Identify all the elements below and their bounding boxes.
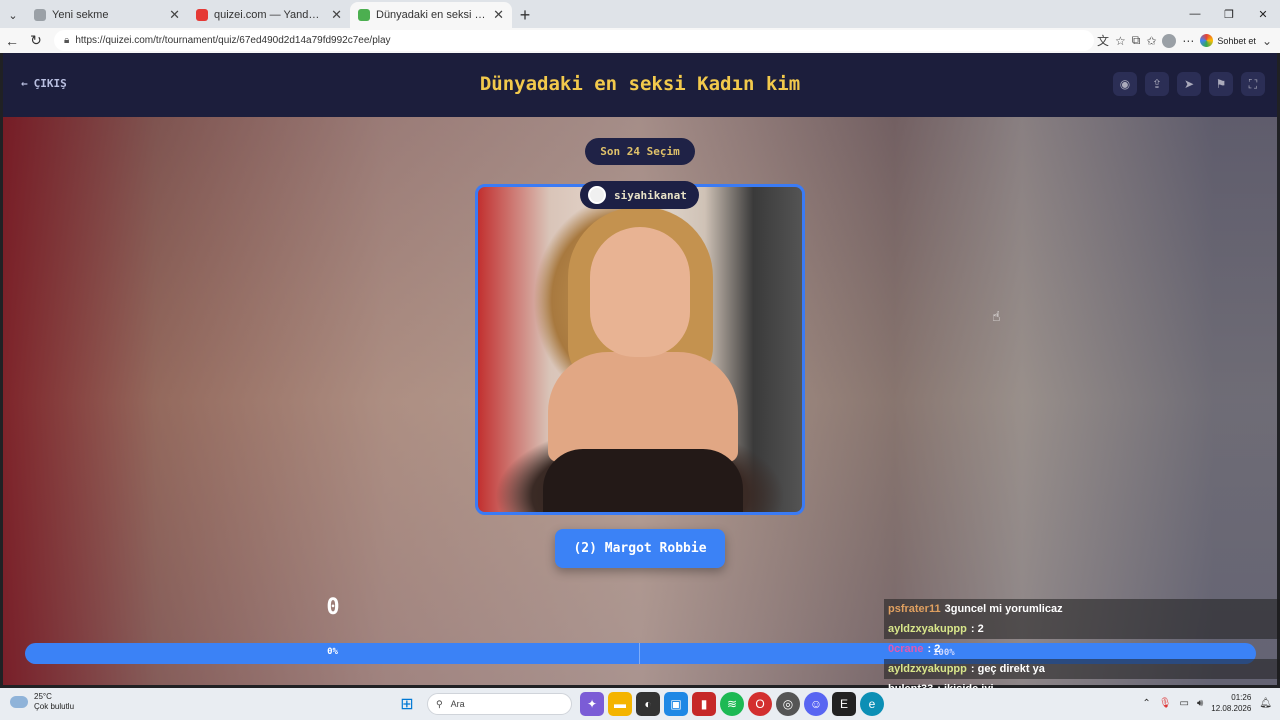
quiz-header: ← ÇIKIŞ Dünyadaki en seksi Kadın kim ◉ ⇪… (3, 53, 1277, 117)
chat-text: 2 (977, 623, 984, 635)
choice-button[interactable]: (2) Margot Robbie (555, 529, 725, 568)
chat-separator: : (970, 623, 975, 635)
photos-icon[interactable]: ▣ (664, 692, 688, 716)
chat-text: geç direkt ya (977, 663, 1045, 675)
opera-icon[interactable]: O (748, 692, 772, 716)
chat-username: 0crane (888, 643, 924, 655)
profile-avatar[interactable] (1162, 33, 1177, 48)
search-icon: ⚲ (436, 698, 443, 709)
tab-favicon-icon (358, 9, 370, 21)
app-red-icon[interactable]: ▮ (692, 692, 716, 716)
address-bar: ← ↻ 🔒︎ https://quizei.com/tr/tournament/… (0, 28, 1280, 53)
portrait-shoulders (548, 352, 738, 462)
chat-message: 0crane : 2 (884, 639, 1280, 659)
progress-divider (639, 643, 640, 664)
spotify-icon[interactable]: ≋ (720, 692, 744, 716)
steam-icon[interactable]: ◎ (776, 692, 800, 716)
chat-message: ayldzxyakuppp : geç direkt ya (884, 659, 1280, 679)
sidebar-toggle-icon[interactable]: ⌄ (1262, 34, 1272, 48)
clock[interactable]: 01:26 12.08.2026 (1211, 692, 1251, 714)
tab-title: Yeni sekme (52, 9, 109, 21)
tab-new-tab[interactable]: Yeni sekme ✕ (26, 2, 188, 28)
copilot-chat-button[interactable]: Sohbet et (1200, 34, 1256, 47)
fullscreen-icon[interactable]: ⛶ (1241, 72, 1265, 96)
flag-icon[interactable]: ⚑ (1209, 72, 1233, 96)
choice-image-card[interactable] (475, 184, 805, 515)
quiz-title: Dünyadaki en seksi Kadın kim (479, 73, 801, 95)
app-icon[interactable]: ◐ (636, 692, 660, 716)
chat-text: 2 (934, 643, 941, 655)
minimize-icon[interactable]: — (1178, 0, 1212, 28)
discord-icon[interactable]: ☺ (804, 692, 828, 716)
eye-icon[interactable]: ◉ (1113, 72, 1137, 96)
taskbar-search[interactable]: ⚲ Ara (427, 693, 572, 715)
url-field[interactable]: 🔒︎ https://quizei.com/tr/tournament/quiz… (54, 30, 1094, 51)
tray-chevron-icon[interactable]: ⌃ (1142, 698, 1150, 709)
chat-message: ayldzxyakuppp : 2 (884, 619, 1280, 639)
tab-title: quizei.com — Yandex: 13 milyon s (214, 9, 325, 21)
chat-separator: : (927, 643, 932, 655)
network-icon[interactable]: ▭ (1179, 698, 1188, 709)
weather-widget[interactable]: 25°C Çok bulutlu (10, 692, 74, 712)
chat-message: psfrater11 3 guncel mi yorumlicaz (884, 599, 1280, 619)
uploader-name: siyahikanat (614, 188, 687, 202)
tab-yandex[interactable]: quizei.com — Yandex: 13 milyon s ✕ (188, 2, 350, 28)
portrait-dress (543, 449, 743, 512)
chat-separator: : (970, 663, 975, 675)
portrait-face (590, 227, 690, 357)
cloud-icon (10, 696, 28, 708)
translate-icon[interactable]: 文 (1097, 32, 1109, 49)
maximize-icon[interactable]: ❐ (1212, 0, 1246, 28)
chat-username: ayldzxyakuppp (888, 623, 967, 635)
share-icon[interactable]: ⇪ (1145, 72, 1169, 96)
tab-favicon-icon (196, 9, 208, 21)
weather-desc: Çok bulutlu (34, 702, 75, 711)
notifications-icon[interactable]: 🔔︎ (1259, 698, 1272, 709)
epic-games-icon[interactable]: E (832, 692, 856, 716)
taskbar: 25°C Çok bulutlu ⊞ ⚲ Ara ✦ ▬ ◐ ▣ ▮ ≋ O ◎… (0, 688, 1280, 720)
favorites-icon[interactable]: ✩ (1146, 34, 1156, 48)
lock-icon: 🔒︎ (64, 35, 70, 46)
edge-icon[interactable]: e (860, 692, 884, 716)
chat-username: ayldzxyakuppp (888, 663, 967, 675)
more-icon[interactable]: ⋯ (1182, 34, 1194, 48)
clock-time: 01:26 (1231, 693, 1252, 702)
tab-strip: ⌄ Yeni sekme ✕ quizei.com — Yandex: 13 m… (0, 0, 1280, 28)
chat-text: guncel mi yorumlicaz (950, 603, 1063, 615)
close-tab-icon[interactable]: ✕ (169, 7, 180, 23)
uploader-avatar (588, 186, 606, 204)
tab-title: Dünyadaki en seksi Kadın kim - Te (376, 9, 488, 21)
weather-temp: 25°C (34, 692, 52, 701)
progress-left-percent: 0% (327, 647, 338, 657)
url-text: https://quizei.com/tr/tournament/quiz/67… (75, 35, 391, 46)
search-placeholder: Ara (450, 699, 465, 709)
back-icon[interactable]: ← (0, 29, 24, 53)
close-tab-icon[interactable]: ✕ (493, 7, 504, 23)
send-icon[interactable]: ➤ (1177, 72, 1201, 96)
window-controls: — ❐ ✕ (1178, 0, 1280, 28)
clock-date: 12.08.2026 (1211, 704, 1252, 713)
chat-username: psfrater11 (888, 603, 941, 615)
score-counter: 0 (326, 595, 340, 620)
copilot-icon (1200, 34, 1214, 47)
reload-icon[interactable]: ↻ (24, 29, 48, 53)
favorite-star-icon[interactable]: ☆ (1115, 34, 1126, 48)
chat-label: Sohbet et (1217, 35, 1256, 46)
file-explorer-icon[interactable]: ▬ (608, 692, 632, 716)
tab-actions-menu-button[interactable]: ⌄ (0, 2, 26, 28)
quiz-page: ← ÇIKIŞ Dünyadaki en seksi Kadın kim ◉ ⇪… (3, 53, 1277, 685)
mouse-cursor-icon: ☝ (992, 308, 1001, 324)
tab-quizei[interactable]: Dünyadaki en seksi Kadın kim - Te ✕ (350, 2, 512, 28)
recent-choices-pill[interactable]: Son 24 Seçim (585, 138, 695, 165)
close-window-icon[interactable]: ✕ (1246, 0, 1280, 28)
copilot-taskbar-icon[interactable]: ✦ (580, 692, 604, 716)
uploader-badge[interactable]: siyahikanat (580, 181, 699, 209)
close-tab-icon[interactable]: ✕ (331, 7, 342, 23)
tab-favicon-icon (34, 9, 46, 21)
windows-start-icon[interactable]: ⊞ (395, 692, 419, 716)
volume-icon[interactable]: 🔊︎ (1197, 698, 1203, 709)
extensions-icon[interactable]: ⧉ (1132, 33, 1141, 48)
microphone-icon[interactable]: 🎙︎ (1159, 698, 1172, 709)
new-tab-button[interactable]: + (512, 2, 538, 28)
